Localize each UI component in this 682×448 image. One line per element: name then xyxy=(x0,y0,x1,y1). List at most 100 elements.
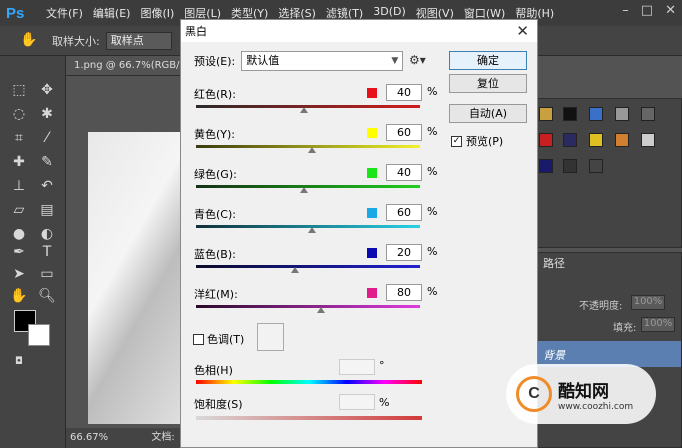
move-tool-icon[interactable]: ✥ xyxy=(36,80,58,100)
watermark-logo: C xyxy=(516,376,552,412)
style-swatch[interactable] xyxy=(641,107,655,121)
saturation-slider-track[interactable] xyxy=(196,416,422,420)
menu-item[interactable]: 编辑(E) xyxy=(93,5,131,21)
close-window-button[interactable]: ✕ xyxy=(665,3,676,18)
slider-thumb-icon[interactable] xyxy=(299,187,308,193)
channel-color-swatch xyxy=(367,168,377,178)
minimize-button[interactable]: – xyxy=(622,3,629,18)
style-swatch[interactable] xyxy=(539,159,553,173)
eyedropper-tool-icon[interactable]: ⁄ xyxy=(36,128,58,148)
eraser-tool-icon[interactable]: ▱ xyxy=(8,200,30,220)
preset-value: 默认值 xyxy=(246,54,280,67)
channel-color-swatch xyxy=(367,128,377,138)
blur-tool-icon[interactable]: ● xyxy=(8,224,30,244)
style-swatch[interactable] xyxy=(563,159,577,173)
percent-unit: % xyxy=(427,205,438,218)
style-swatch[interactable] xyxy=(563,107,577,121)
style-swatch[interactable] xyxy=(539,107,553,121)
type-tool-icon[interactable]: T xyxy=(36,242,58,262)
background-color-swatch[interactable] xyxy=(28,324,50,346)
gradient-tool-icon[interactable]: ▤ xyxy=(36,200,58,220)
saturation-input[interactable] xyxy=(339,394,375,410)
menu-item[interactable]: 文件(F) xyxy=(46,5,83,21)
channel-value-input[interactable]: 40 xyxy=(386,84,422,101)
channel-value-input[interactable]: 60 xyxy=(386,204,422,221)
photoshop-logo: Ps xyxy=(6,4,25,22)
tint-checkbox[interactable] xyxy=(193,333,204,345)
style-swatch[interactable] xyxy=(589,133,603,147)
channel-label: 红色(R): xyxy=(194,88,236,101)
style-swatch[interactable] xyxy=(563,133,577,147)
style-swatch[interactable] xyxy=(589,107,603,121)
hand-tool-icon[interactable]: ✋ xyxy=(8,286,30,306)
sample-size-select[interactable]: 取样点 xyxy=(105,31,172,50)
document-tab[interactable]: 1.png @ 66.7%(RGB/8# xyxy=(66,56,186,76)
crop-tool-icon[interactable]: ⌗ xyxy=(8,128,30,148)
slider-thumb-icon[interactable] xyxy=(317,307,326,313)
channel-value-input[interactable]: 60 xyxy=(386,124,422,141)
style-swatch[interactable] xyxy=(615,133,629,147)
menu-item[interactable]: 图像(I) xyxy=(140,5,174,21)
preview-checkbox-row[interactable]: ✓ 预览(P) xyxy=(451,133,503,149)
style-swatch[interactable] xyxy=(641,133,655,147)
styles-panel xyxy=(532,98,682,248)
slider-thumb-icon[interactable] xyxy=(299,107,308,113)
channel-slider-track[interactable] xyxy=(196,305,420,308)
channel-color-swatch xyxy=(367,288,377,298)
path-selection-tool-icon[interactable]: ➤ xyxy=(8,264,30,284)
lasso-tool-icon[interactable]: ◌ xyxy=(8,104,30,124)
healing-brush-tool-icon[interactable]: ✚ xyxy=(8,152,30,172)
preview-checkbox[interactable]: ✓ xyxy=(451,135,462,147)
history-brush-tool-icon[interactable]: ↶ xyxy=(36,176,58,196)
style-swatch[interactable] xyxy=(539,133,553,147)
hue-slider-track[interactable] xyxy=(196,380,422,384)
slider-thumb-icon[interactable] xyxy=(290,267,299,273)
slider-thumb-icon[interactable] xyxy=(308,147,317,153)
percent-unit: % xyxy=(427,245,438,258)
style-swatch[interactable] xyxy=(615,107,629,121)
brush-tool-icon[interactable]: ✎ xyxy=(36,152,58,172)
channel-value-input[interactable]: 80 xyxy=(386,284,422,301)
saturation-unit: % xyxy=(379,396,390,409)
maximize-button[interactable]: □ xyxy=(641,3,653,18)
rectangle-tool-icon[interactable]: ▭ xyxy=(36,264,58,284)
channel-slider-row: 黄色(Y): 60% xyxy=(194,124,444,166)
eyedropper-tool-preset-icon[interactable]: ✋ xyxy=(20,32,38,50)
dialog-close-button[interactable]: ✕ xyxy=(516,22,529,40)
quick-mask-icon[interactable]: ◘ xyxy=(8,352,30,372)
gear-icon[interactable]: ⚙▾ xyxy=(409,53,426,67)
marquee-tool-icon[interactable]: ⬚ xyxy=(8,80,30,100)
slider-thumb-icon[interactable] xyxy=(308,227,317,233)
channel-slider-track[interactable] xyxy=(196,265,420,268)
percent-unit: % xyxy=(427,85,438,98)
dodge-tool-icon[interactable]: ◐ xyxy=(36,224,58,244)
channel-slider-row: 红色(R): 40% xyxy=(194,84,444,126)
percent-unit: % xyxy=(427,285,438,298)
tint-checkbox-row[interactable]: 色调(T) xyxy=(193,331,244,347)
zoom-tool-icon[interactable]: 🔍︎ xyxy=(36,286,58,306)
pen-tool-icon[interactable]: ✒ xyxy=(8,242,30,262)
hue-input[interactable] xyxy=(339,359,375,375)
layer-name: 背景 xyxy=(543,349,565,362)
channel-value-input[interactable]: 40 xyxy=(386,164,422,181)
channel-slider-track[interactable] xyxy=(196,105,420,108)
document-canvas[interactable] xyxy=(88,132,184,424)
channel-slider-track[interactable] xyxy=(196,185,420,188)
channel-slider-row: 洋红(M): 80% xyxy=(194,284,444,326)
paths-tab[interactable]: 路径 xyxy=(543,255,565,271)
auto-button[interactable]: 自动(A) xyxy=(449,104,527,123)
tint-label: 色调(T) xyxy=(207,333,245,346)
preset-select[interactable]: 默认值 ▼ xyxy=(241,51,404,71)
watermark-text: 酷知网 www.coozhi.com xyxy=(558,377,633,412)
channel-color-swatch xyxy=(367,208,377,218)
reset-button[interactable]: 复位 xyxy=(449,74,527,93)
tint-color-swatch[interactable] xyxy=(257,323,284,351)
fill-input[interactable]: 100% xyxy=(641,317,675,332)
opacity-input[interactable]: 100% xyxy=(631,295,665,310)
channel-value-input[interactable]: 20 xyxy=(386,244,422,261)
ok-button[interactable]: 确定 xyxy=(449,51,527,70)
style-swatch[interactable] xyxy=(589,159,603,173)
clone-stamp-tool-icon[interactable]: ⊥ xyxy=(8,176,30,196)
channel-label: 洋红(M): xyxy=(194,288,238,301)
magic-wand-tool-icon[interactable]: ✱ xyxy=(36,104,58,124)
